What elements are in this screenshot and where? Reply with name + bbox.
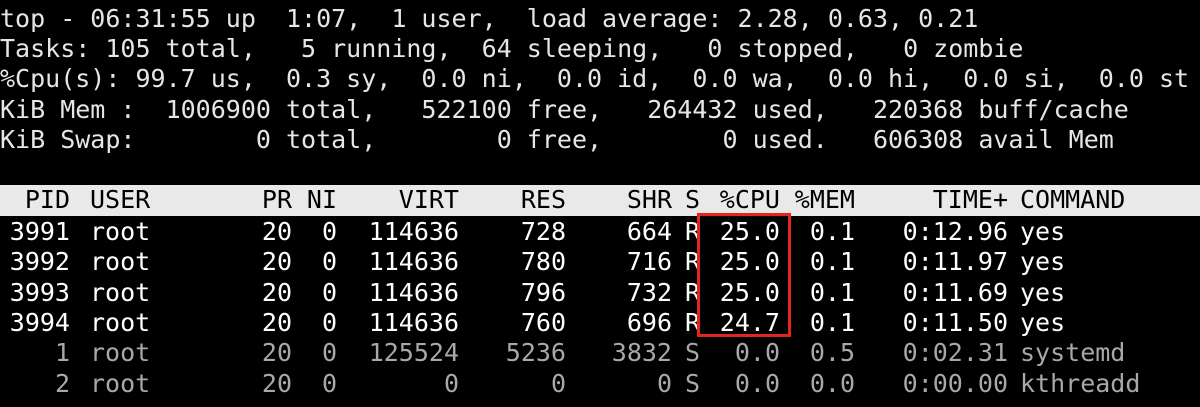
process-mem: 0.5: [809, 338, 855, 368]
process-shr: 696: [626, 307, 672, 337]
process-res: 5236: [505, 338, 566, 368]
process-command: yes: [1020, 217, 1066, 246]
process-table-header: PID USER PR NI VIRT RES SHR S %CPU %MEM …: [0, 185, 1200, 216]
process-state: S: [685, 368, 701, 398]
column-header-virt: VIRT: [398, 185, 459, 214]
process-priority: 20: [261, 338, 292, 368]
process-virt: 125524: [368, 338, 459, 368]
process-virt: 0: [443, 368, 459, 398]
process-nice: 0: [321, 247, 337, 277]
cpu-summary-line: %Cpu(s): 99.7 us, 0.3 sy, 0.0 ni, 0.0 id…: [0, 64, 1190, 93]
process-command: yes: [1020, 277, 1066, 307]
process-priority: 20: [261, 277, 292, 307]
column-header-ni: NI: [306, 185, 337, 214]
process-mem: 0.1: [809, 307, 855, 337]
process-command: systemd: [1020, 338, 1126, 368]
process-state: S: [685, 338, 701, 368]
column-header-time: TIME+: [932, 185, 1008, 214]
memory-summary-line: KiB Mem : 1006900 total, 522100 free, 26…: [0, 95, 1129, 124]
process-res: 728: [520, 217, 566, 246]
process-nice: 0: [321, 217, 337, 246]
process-command: yes: [1020, 247, 1066, 277]
process-priority: 20: [261, 247, 292, 277]
process-shr: 716: [626, 247, 672, 277]
process-priority: 20: [261, 217, 292, 246]
process-virt: 114636: [368, 247, 459, 277]
process-row[interactable]: 1 root 20 0 125524 5236 3832 S 0.0 0.5 0:02.31 syst…: [0, 338, 1200, 368]
process-time: 0:02.31: [902, 338, 1008, 368]
column-header-user: USER: [90, 185, 151, 214]
process-shr: 664: [626, 217, 672, 246]
process-priority: 20: [261, 368, 292, 398]
process-row[interactable]: 3991 root 20 0 114636 728 664 R 25.0 0.1 0:12.96 ye…: [0, 217, 1200, 247]
process-virt: 114636: [368, 307, 459, 337]
process-virt: 114636: [368, 277, 459, 307]
process-time: 0:11.97: [902, 247, 1008, 277]
process-res: 796: [520, 277, 566, 307]
process-time: 0:00.00: [902, 368, 1008, 398]
process-mem: 0.1: [809, 217, 855, 246]
process-res: 0: [550, 368, 566, 398]
process-user: root: [90, 338, 151, 368]
process-command: yes: [1020, 307, 1066, 337]
process-mem: 0.0: [809, 368, 855, 398]
process-mem: 0.1: [809, 277, 855, 307]
process-pid: 3992: [9, 247, 70, 277]
process-res: 760: [520, 307, 566, 337]
process-row[interactable]: 2 root 20 0 0 0 0 S 0.0 0.0 0:00.00 kthreadd: [0, 369, 1200, 399]
tasks-summary-line: Tasks: 105 total, 5 running, 64 sleeping…: [0, 34, 1024, 63]
process-user: root: [90, 217, 151, 246]
process-pid: 3994: [9, 307, 70, 337]
cpu-highlight-box: [697, 213, 791, 337]
process-pid: 3993: [9, 277, 70, 307]
process-nice: 0: [321, 307, 337, 337]
column-header-cpu: %CPU: [719, 185, 780, 214]
column-header-pr: PR: [261, 185, 292, 214]
process-row[interactable]: 3994 root 20 0 114636 760 696 R 24.7 0.1 0:11.50 ye…: [0, 308, 1200, 338]
column-header-command: COMMAND: [1020, 185, 1126, 214]
process-time: 0:11.50: [902, 307, 1008, 337]
process-user: root: [90, 368, 151, 398]
terminal-window: top - 06:31:55 up 1:07, 1 user, load ave…: [0, 0, 1200, 407]
swap-summary-line: KiB Swap: 0 total, 0 free, 0 used. 60630…: [0, 125, 1114, 154]
process-nice: 0: [321, 277, 337, 307]
process-mem: 0.1: [809, 247, 855, 277]
uptime-load-line: top - 06:31:55 up 1:07, 1 user, load ave…: [0, 4, 979, 33]
process-shr: 3832: [611, 338, 672, 368]
process-pid: 2: [54, 368, 70, 398]
process-user: root: [90, 277, 151, 307]
process-row[interactable]: 3992 root 20 0 114636 780 716 R 25.0 0.1 0:11.97 ye…: [0, 247, 1200, 277]
process-virt: 114636: [368, 217, 459, 246]
process-shr: 732: [626, 277, 672, 307]
process-command: kthreadd: [1020, 368, 1141, 398]
process-user: root: [90, 247, 151, 277]
process-cpu: 0.0: [734, 368, 780, 398]
process-row[interactable]: 3993 root 20 0 114636 796 732 R 25.0 0.1 0:11.69 ye…: [0, 278, 1200, 308]
process-user: root: [90, 307, 151, 337]
process-pid: 1: [54, 338, 70, 368]
column-header-shr: SHR: [626, 185, 672, 214]
process-nice: 0: [321, 368, 337, 398]
process-shr: 0: [656, 368, 672, 398]
process-res: 780: [520, 247, 566, 277]
process-nice: 0: [321, 338, 337, 368]
column-header-mem: %MEM: [794, 185, 855, 214]
column-header-pid: PID: [24, 185, 70, 214]
process-cpu: 0.0: [734, 338, 780, 368]
process-time: 0:11.69: [902, 277, 1008, 307]
process-pid: 3991: [9, 217, 70, 246]
column-header-state: S: [685, 185, 701, 214]
column-header-res: RES: [520, 185, 566, 214]
process-time: 0:12.96: [902, 217, 1008, 246]
process-priority: 20: [261, 307, 292, 337]
